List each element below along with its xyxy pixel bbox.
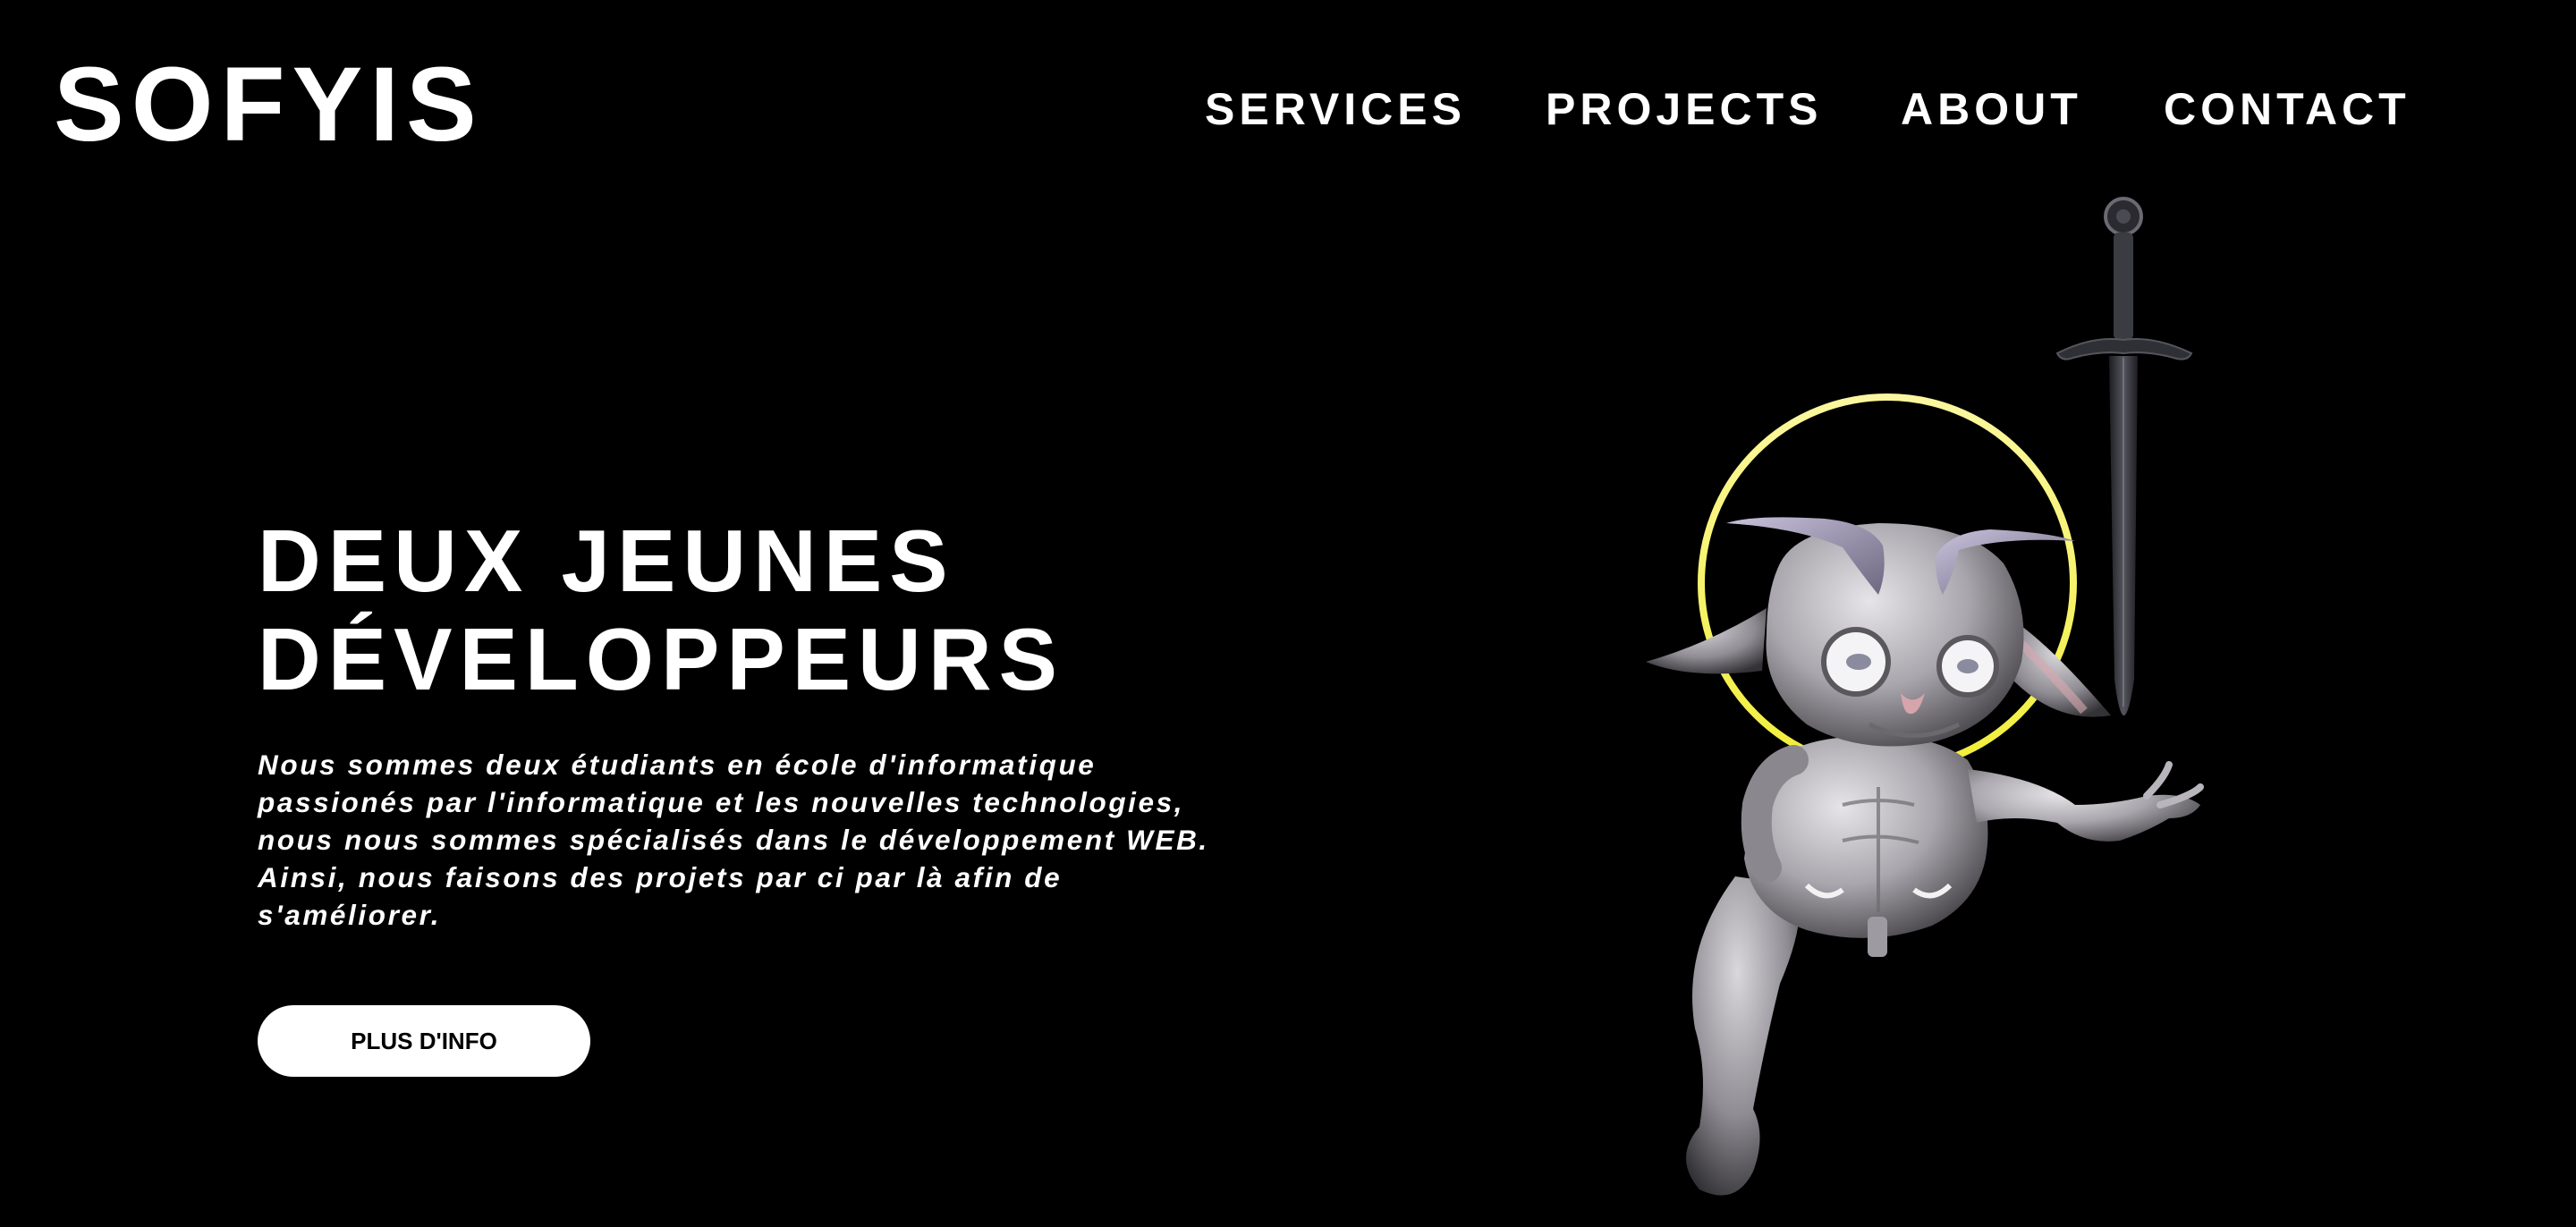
nav-link-services[interactable]: SERVICES [1205, 82, 1466, 136]
hero-title-line-2: DÉVELOPPEURS [258, 610, 1064, 708]
goblin-character-illustration [1646, 197, 2204, 1196]
hero-description-line-5: s'améliorer. [258, 899, 442, 931]
sword-icon [2055, 197, 2193, 715]
hero-description-line-2: passionés par l'informatique et les nouv… [258, 786, 1185, 818]
left-leg [1686, 876, 1801, 1196]
page: SOFYIS SERVICES PROJECTS ABOUT CONTACT D… [0, 0, 2576, 1227]
head [1766, 523, 2024, 747]
hero-description-line-4: Ainsi, nous faisons des projets par ci p… [258, 861, 1063, 893]
hero-title: DEUX JEUNES DÉVELOPPEURS [258, 512, 1064, 708]
nav-link-contact[interactable]: CONTACT [2164, 82, 2411, 136]
hero-description-line-3: nous nous sommes spécialisés dans le dév… [258, 824, 1209, 856]
hero-description: Nous sommes deux étudiants en école d'in… [258, 746, 1295, 934]
more-info-button[interactable]: PLUS D'INFO [258, 1005, 590, 1077]
nav-link-projects[interactable]: PROJECTS [1546, 82, 1823, 136]
hero-illustration [1574, 179, 2254, 1227]
main-nav: SERVICES PROJECTS ABOUT CONTACT [0, 82, 2576, 136]
hero-description-line-1: Nous sommes deux étudiants en école d'in… [258, 749, 1097, 781]
hero-title-line-1: DEUX JEUNES [258, 512, 955, 610]
nav-link-about[interactable]: ABOUT [1901, 82, 2082, 136]
